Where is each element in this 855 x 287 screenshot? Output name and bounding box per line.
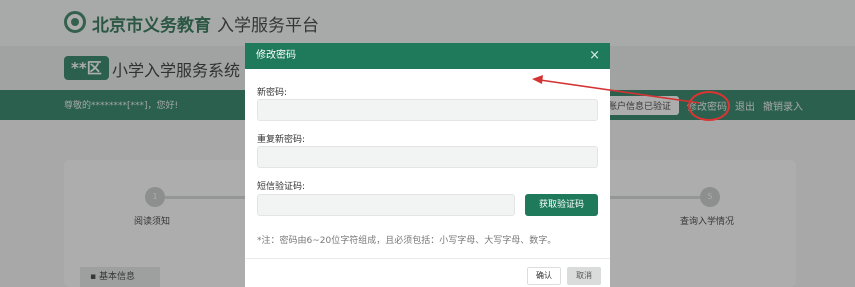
dialog-title: 修改密码 <box>256 50 296 61</box>
get-code-button[interactable]: 获取验证码 <box>525 194 598 216</box>
repeat-password-label: 重复新密码: <box>257 135 306 145</box>
confirm-button[interactable]: 确认 <box>527 267 561 285</box>
annotation-circle <box>688 91 730 121</box>
sms-code-label: 短信验证码: <box>257 182 306 192</box>
change-password-dialog: 修改密码 × 新密码: 重复新密码: 短信验证码: 获取验证码 *注：密码由6~… <box>245 43 610 287</box>
sms-code-input[interactable] <box>257 194 515 216</box>
cancel-button[interactable]: 取消 <box>567 267 601 285</box>
password-rule-note: *注：密码由6~20位字符组成，且必须包括：小写字母、大写字母、数字。 <box>257 236 557 246</box>
new-password-label: 新密码: <box>257 88 288 98</box>
close-icon[interactable]: × <box>589 43 600 69</box>
dialog-header: 修改密码 × <box>245 43 610 69</box>
repeat-password-input[interactable] <box>257 146 598 168</box>
dialog-footer-divider <box>245 258 610 259</box>
new-password-input[interactable] <box>257 99 598 121</box>
